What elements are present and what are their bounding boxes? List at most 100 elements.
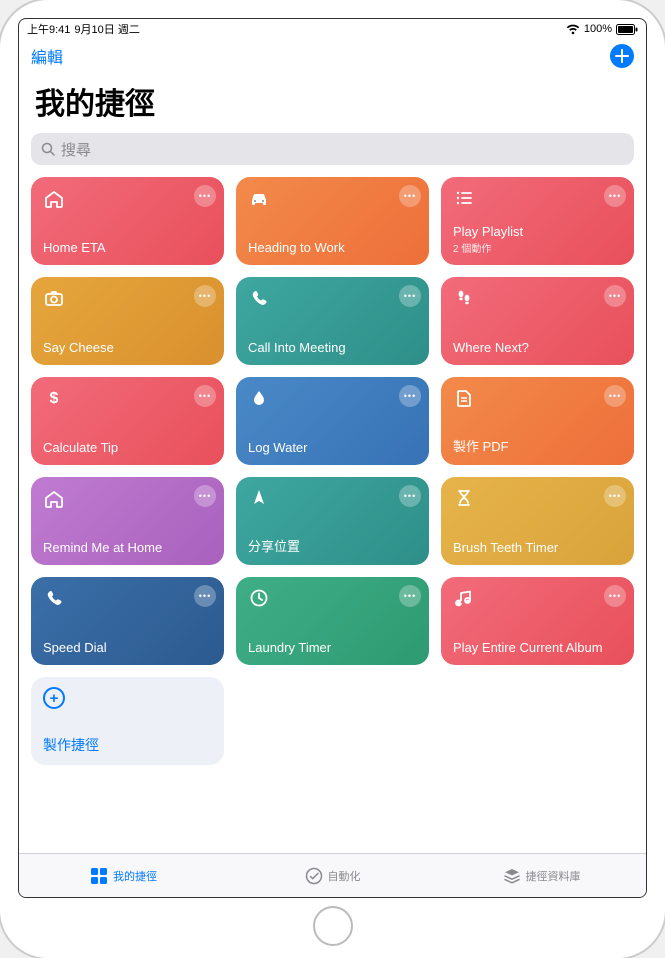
list-icon: [453, 187, 475, 209]
tile-label: Play Playlist: [453, 224, 622, 239]
edit-button[interactable]: 編輯: [31, 44, 63, 68]
home-icon: [43, 487, 65, 509]
search-placeholder: 搜尋: [61, 139, 91, 160]
wifi-icon: [566, 24, 580, 35]
shortcut-tile[interactable]: Log Water: [236, 377, 429, 465]
tab-label: 我的捷徑: [113, 868, 157, 884]
tile-more-button[interactable]: [194, 185, 216, 207]
tab-label: 捷徑資料庫: [526, 868, 581, 884]
phone-icon: [43, 587, 65, 609]
tile-label-wrap: Call Into Meeting: [248, 340, 417, 355]
tile-label: 分享位置: [248, 536, 417, 555]
shortcut-tile[interactable]: Where Next?: [441, 277, 634, 365]
add-shortcut-button[interactable]: [610, 44, 634, 68]
tile-label: Remind Me at Home: [43, 540, 212, 555]
status-date: 9月10日 週二: [74, 21, 139, 37]
tab-gallery[interactable]: 捷徑資料庫: [437, 854, 646, 897]
dollar-icon: [43, 387, 65, 409]
document-icon: [453, 387, 475, 409]
status-battery-pct: 100%: [584, 23, 612, 35]
tile-label-wrap: Heading to Work: [248, 240, 417, 255]
footsteps-icon: [453, 287, 475, 309]
tile-label: Calculate Tip: [43, 440, 212, 455]
shortcut-tile[interactable]: Laundry Timer: [236, 577, 429, 665]
search-field[interactable]: 搜尋: [31, 133, 634, 165]
status-left: 上午9:41 9月10日 週二: [27, 21, 140, 37]
clock-check-icon: [305, 867, 323, 885]
tile-more-button[interactable]: [399, 585, 421, 607]
shortcut-tile[interactable]: Call Into Meeting: [236, 277, 429, 365]
tile-more-button[interactable]: [399, 385, 421, 407]
tile-label: Speed Dial: [43, 640, 212, 655]
tile-more-button[interactable]: [194, 485, 216, 507]
shortcut-tile[interactable]: Home ETA: [31, 177, 224, 265]
tile-label-wrap: Say Cheese: [43, 340, 212, 355]
car-icon: [248, 187, 270, 209]
music-icon: [453, 587, 475, 609]
home-button[interactable]: [313, 906, 353, 946]
shortcut-tile[interactable]: Speed Dial: [31, 577, 224, 665]
tile-more-button[interactable]: [604, 485, 626, 507]
page-title: 我的捷徑: [31, 73, 634, 133]
search-icon: [41, 142, 55, 156]
status-right: 100%: [566, 23, 638, 35]
tile-more-button[interactable]: [399, 485, 421, 507]
water-icon: [248, 387, 270, 409]
tile-more-button[interactable]: [194, 385, 216, 407]
shortcut-tile[interactable]: Play Entire Current Album: [441, 577, 634, 665]
stack-icon: [503, 867, 521, 885]
shortcut-tile[interactable]: 製作 PDF: [441, 377, 634, 465]
tile-more-button[interactable]: [399, 285, 421, 307]
shortcuts-grid: Home ETA Heading to Work Play Playlist2 個動…: [31, 177, 634, 765]
hourglass-icon: [453, 487, 475, 509]
shortcut-tile[interactable]: 分享位置: [236, 477, 429, 565]
content-scroll[interactable]: 我的捷徑 搜尋 Home ETA Heading to Work Play Play…: [19, 73, 646, 853]
tile-more-button[interactable]: [399, 185, 421, 207]
tile-more-button[interactable]: [194, 585, 216, 607]
phone-icon: [248, 287, 270, 309]
tab-automation[interactable]: 自動化: [228, 854, 437, 897]
camera-icon: [43, 287, 65, 309]
plus-circle-icon: +: [43, 687, 65, 709]
tile-label: Brush Teeth Timer: [453, 540, 622, 555]
tile-label-wrap: Brush Teeth Timer: [453, 540, 622, 555]
tile-sublabel: 2 個動作: [453, 240, 622, 255]
plus-icon: [615, 49, 629, 63]
tile-label: 製作 PDF: [453, 436, 622, 455]
tile-more-button[interactable]: [604, 585, 626, 607]
tile-more-button[interactable]: [604, 285, 626, 307]
tile-label-wrap: Play Entire Current Album: [453, 640, 622, 655]
clock-icon: [248, 587, 270, 609]
create-shortcut-tile[interactable]: + 製作捷徑: [31, 677, 224, 765]
tile-label-wrap: Home ETA: [43, 240, 212, 255]
tile-label: Laundry Timer: [248, 640, 417, 655]
screen: 上午9:41 9月10日 週二 100% 編輯 我的捷徑: [18, 18, 647, 898]
create-shortcut-label: 製作捷徑: [43, 735, 212, 755]
shortcut-tile[interactable]: Play Playlist2 個動作: [441, 177, 634, 265]
shortcut-tile[interactable]: Brush Teeth Timer: [441, 477, 634, 565]
tile-label-wrap: Speed Dial: [43, 640, 212, 655]
tile-label: Say Cheese: [43, 340, 212, 355]
tile-label-wrap: 分享位置: [248, 536, 417, 555]
tile-label: Where Next?: [453, 340, 622, 355]
home-icon: [43, 187, 65, 209]
tile-label-wrap: Log Water: [248, 440, 417, 455]
shortcut-tile[interactable]: Remind Me at Home: [31, 477, 224, 565]
tile-more-button[interactable]: [604, 185, 626, 207]
tile-label: Home ETA: [43, 240, 212, 255]
tab-label: 自動化: [328, 868, 361, 884]
tile-label: Play Entire Current Album: [453, 640, 622, 655]
shortcut-tile[interactable]: Calculate Tip: [31, 377, 224, 465]
tile-more-button[interactable]: [604, 385, 626, 407]
nav-bar: 編輯: [19, 39, 646, 73]
location-icon: [248, 487, 270, 509]
tile-label-wrap: Play Playlist2 個動作: [453, 224, 622, 255]
tile-more-button[interactable]: [194, 285, 216, 307]
shortcut-tile[interactable]: Say Cheese: [31, 277, 224, 365]
shortcut-tile[interactable]: Heading to Work: [236, 177, 429, 265]
tile-label-wrap: 製作 PDF: [453, 436, 622, 455]
tab-my-shortcuts[interactable]: 我的捷徑: [19, 854, 228, 897]
tile-label-wrap: Remind Me at Home: [43, 540, 212, 555]
battery-icon: [616, 24, 638, 35]
tile-label-wrap: Calculate Tip: [43, 440, 212, 455]
